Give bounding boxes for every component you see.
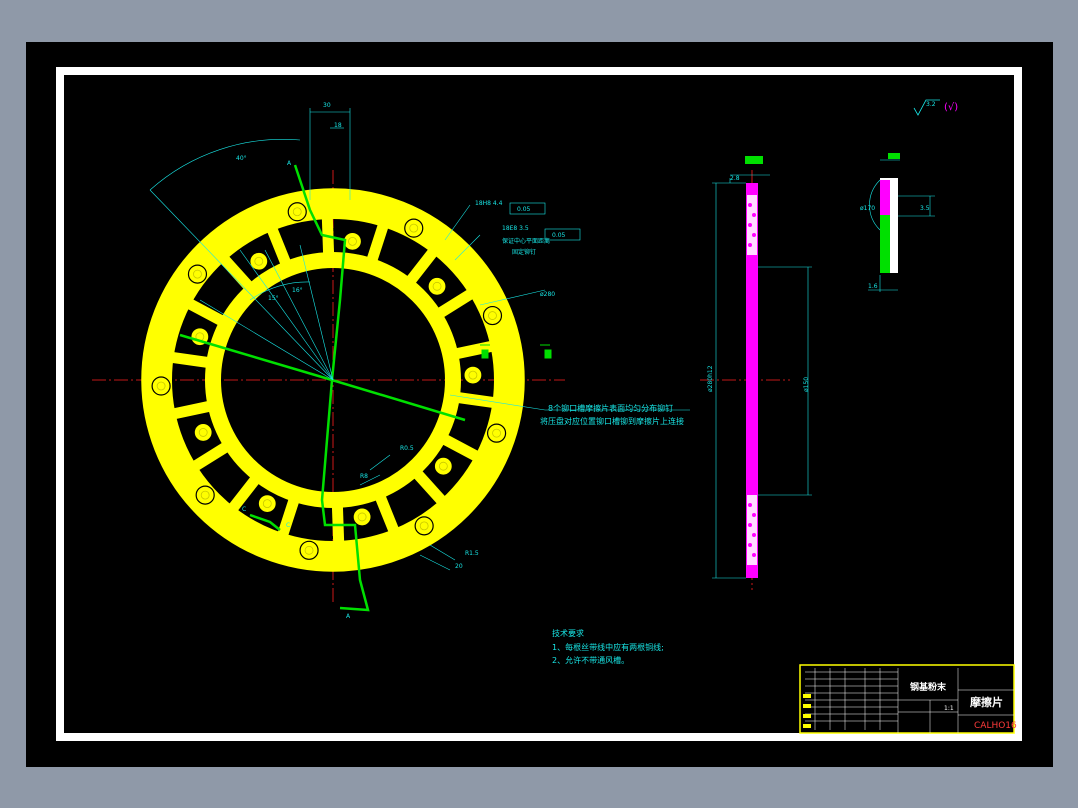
title-block-material: 钢基粉末 <box>910 681 947 693</box>
dim-2-8: 2.8 <box>730 175 740 182</box>
dim-r15: R1.5 <box>465 550 479 557</box>
title-block-part-name: 摩擦片 <box>970 695 1003 709</box>
roughness-value: 3.2 <box>926 101 936 108</box>
rivet-hole <box>257 494 277 514</box>
tech-requirements: 技术要求 1、每根丝带线中应有两根铜线; 2、允许不带通风槽。 <box>552 628 664 665</box>
tolerance-callouts: 18H8 4.4 0.05 18E8 3.5 0.05 保证中心平面距离 固定铆… <box>475 200 581 256</box>
dim-dia280-front: ø280 <box>540 291 555 298</box>
dim-30: 30 <box>323 102 331 109</box>
tech-req-item-1: 1、每根丝带线中应有两根铜线; <box>552 642 664 652</box>
dim-dia150: ø150 <box>803 377 810 392</box>
roughness-symbol: 3.2 (√) <box>913 99 958 116</box>
rivet-hole <box>195 485 215 505</box>
disc-spoke <box>320 191 335 259</box>
dim-18: 18 <box>334 122 342 129</box>
tol-note-rivet: 固定铆钉 <box>512 248 536 256</box>
rivet-note: 8个铆口槽摩擦片表面均匀分布铆钉 将压盘对应位置铆口槽铆到摩擦片上连接 <box>540 403 684 426</box>
tol-18e8: 18E8 3.5 <box>502 225 529 232</box>
tol-note-center: 保证中心平面距离 <box>502 237 550 245</box>
rivet-hole <box>427 276 447 296</box>
tol-0-05-b: 0.05 <box>552 232 566 239</box>
rivet-hole <box>151 376 171 396</box>
dim-r8: R8 <box>360 473 368 480</box>
rivet-hole <box>482 305 503 326</box>
title-block-code: CALHO16 <box>974 721 1017 731</box>
rivet-hole <box>193 422 213 443</box>
detail-view: 3.5 1.6 ø170 <box>860 153 935 292</box>
cad-drawing: A A C C 30 18 40° 15° 16° R0.5 R1.5 R8 2… <box>92 99 1017 734</box>
dimension-lines <box>149 108 690 571</box>
friction-disc-side-view: 2.8 ø280h12 ø150 <box>707 156 812 579</box>
dim-r05: R0.5 <box>400 445 414 452</box>
roughness-label: (√) <box>944 102 958 113</box>
rivet-hole <box>404 218 424 238</box>
rivet-hole <box>299 540 319 560</box>
rivet-hole <box>187 264 208 284</box>
dim-dia170: ø170 <box>860 205 875 212</box>
title-block-scale: 1:1 <box>944 705 954 712</box>
dim-40deg: 40° <box>236 155 247 162</box>
rivet-hole <box>433 456 453 476</box>
disc-spoke <box>331 501 346 569</box>
dim-16deg: 16° <box>292 287 303 294</box>
dim-dia280h12: ø280h12 <box>707 365 714 392</box>
section-label-a-bottom: A <box>346 613 351 620</box>
rivet-hole <box>463 365 483 385</box>
tol-18h8: 18H8 4.4 <box>475 200 503 207</box>
rivet-hole <box>414 516 434 536</box>
rivet-hole <box>486 423 507 443</box>
rivet-note-line2: 将压盘对应位置铆口槽铆到摩擦片上连接 <box>540 416 684 426</box>
title-block: 钢基粉末 摩擦片 CALHO16 1:1 <box>799 664 1017 734</box>
tol-0-05-a: 0.05 <box>517 206 531 213</box>
tech-req-heading: 技术要求 <box>552 628 584 638</box>
dim-1-6: 1.6 <box>868 283 878 290</box>
rivet-hole <box>352 507 372 527</box>
section-label-c-right: C <box>286 522 290 529</box>
dim-15deg: 15° <box>268 295 279 302</box>
dim-20: 20 <box>455 563 463 570</box>
section-label-c-left: C <box>242 506 246 513</box>
rivet-hole <box>287 202 307 222</box>
rivet-hole <box>342 231 363 251</box>
rivet-note-line1: 8个铆口槽摩擦片表面均匀分布铆钉 <box>548 403 673 413</box>
section-label-a-top: A <box>287 160 292 167</box>
dim-3-5: 3.5 <box>920 205 930 212</box>
tech-req-item-2: 2、允许不带通风槽。 <box>552 655 629 665</box>
